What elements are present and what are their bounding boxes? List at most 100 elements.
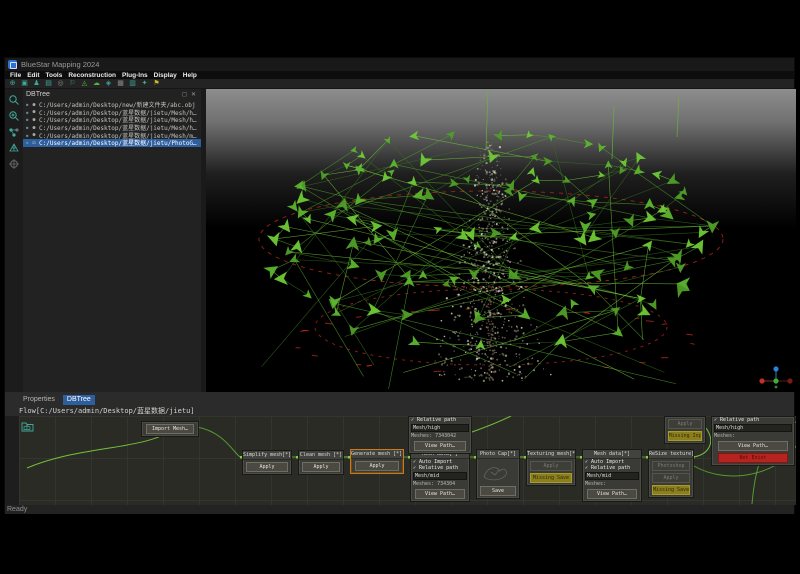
flow-node-apply-input-top[interactable]: Apply Missing Input xyxy=(664,416,706,444)
texture-icon[interactable]: ▦ xyxy=(116,79,125,88)
circle-select-icon[interactable]: ◎ xyxy=(56,79,65,88)
flow-node-import-mesh[interactable]: Import Mesh… xyxy=(141,421,199,437)
dbtree-item[interactable]: ●☑C:/Users/admin/Desktop/蓝星数据/jietu/Phot… xyxy=(23,139,201,147)
viewport-3d[interactable] xyxy=(206,89,796,392)
viewport-3d-scene[interactable] xyxy=(206,89,796,392)
flag-icon[interactable]: ⚐ xyxy=(68,79,77,88)
flow-node-generate-mesh[interactable]: Generate mesh [*][*] Apply xyxy=(350,449,404,474)
node-path-input[interactable]: Mesh/mid xyxy=(585,472,639,480)
image-list-icon[interactable]: ▤ xyxy=(44,79,53,88)
node-button-apply[interactable]: Apply xyxy=(668,419,703,429)
node-checkbox[interactable]: ✓ Relative path xyxy=(712,417,794,423)
app-window: BlueStar Mapping 2024 FileEditToolsRecon… xyxy=(4,57,795,513)
node-button-apply[interactable]: Apply xyxy=(302,462,340,472)
menu-item-file[interactable]: File xyxy=(7,72,24,79)
flow-node-mesh-data-mid-2[interactable]: Mesh data[*]✓ Auto Import✓ Relative path… xyxy=(582,449,642,502)
close-icon[interactable]: ✕ xyxy=(189,91,198,98)
window-title: BlueStar Mapping 2024 xyxy=(21,60,99,69)
node-button-missing-save[interactable]: Missing Save xyxy=(530,473,571,483)
node-button-apply[interactable]: Apply xyxy=(355,461,400,471)
dbtree-panel-title: DBTree xyxy=(26,91,50,98)
node-button-apply[interactable]: Apply xyxy=(530,461,571,471)
menu-item-edit[interactable]: Edit xyxy=(24,72,42,79)
node-button-missing-save[interactable]: Missing Save xyxy=(652,485,690,495)
node-button-apply[interactable]: Apply xyxy=(652,473,690,483)
status-bar: Ready xyxy=(5,505,794,514)
node-title: Photo Cap[*] xyxy=(477,450,519,459)
import-scene-icon[interactable]: ▣ xyxy=(20,79,29,88)
node-button-not-exist[interactable]: Not Exist xyxy=(718,453,787,463)
menu-item-reconstruction[interactable]: Reconstruction xyxy=(65,72,119,79)
flow-node-mesh-data-high-right[interactable]: ✓ Relative pathMesh/highMeshes: View Path… xyxy=(711,416,795,466)
node-button-save[interactable]: Save xyxy=(480,486,516,496)
tree-bullet-icon: ● xyxy=(26,133,29,138)
flow-node-simplify-mesh[interactable]: Simplify mesh[*]Apply xyxy=(242,450,292,475)
menu-item-plug-ins[interactable]: Plug-Ins xyxy=(119,72,151,79)
dbtree-item-path: C:/Users/admin/Desktop/new/新建文件夹/abc.obj xyxy=(39,101,195,109)
dbtree-item[interactable]: ●●C:/Users/admin/Desktop/new/新建文件夹/abc.o… xyxy=(23,101,201,109)
dbtree-list: ●●C:/Users/admin/Desktop/new/新建文件夹/abc.o… xyxy=(23,101,201,147)
node-button-photoshop[interactable]: Photoshop xyxy=(652,461,690,471)
dbtree-item[interactable]: ●●C:/Users/admin/Desktop/蓝星数据/jietu/Mesh… xyxy=(23,116,201,124)
flow-canvas[interactable]: Import Mesh…Simplify mesh[*]ApplyClean m… xyxy=(19,416,796,505)
zoom-in-icon[interactable] xyxy=(8,109,20,121)
menu-item-tools[interactable]: Tools xyxy=(42,72,65,79)
tab-properties[interactable]: Properties xyxy=(19,395,59,405)
dbtree-item[interactable]: ●●C:/Users/admin/Desktop/蓝星数据/jietu/Mesh… xyxy=(23,124,201,132)
align-icon[interactable]: ◬ xyxy=(80,79,89,88)
flow-node-mesh-data-mid[interactable]: Mesh data[*]✓ Auto Import✓ Relative path… xyxy=(410,449,470,502)
flow-node-mesh-data-high-top[interactable]: ✓ Relative pathMesh/highMeshes: 7343042V… xyxy=(408,416,472,454)
mesh-grid-icon[interactable] xyxy=(8,141,20,153)
node-button-view-path[interactable]: View Path… xyxy=(415,489,465,499)
dbtree-item[interactable]: ●●C:/Users/admin/Desktop/蓝星数据/jietu/Mesh… xyxy=(23,109,201,117)
node-count-label: Meshes: xyxy=(583,481,641,487)
node-button-import-mesh[interactable]: Import Mesh… xyxy=(146,424,194,434)
flow-node-resize-texture[interactable]: ReSize texture[*]PhotoshopApplyMissing S… xyxy=(648,449,694,498)
cloud-icon[interactable]: ☁ xyxy=(92,79,101,88)
item-dot-icon: ● xyxy=(31,132,37,138)
dbtree-item-path: C:/Users/admin/Desktop/蓝星数据/jietu/PhotoG… xyxy=(39,139,197,147)
title-bar[interactable]: BlueStar Mapping 2024 xyxy=(5,58,794,71)
node-title: Texturing mesh[*] xyxy=(527,450,575,459)
node-button-apply[interactable]: Apply xyxy=(246,462,287,472)
item-dot-icon: ● xyxy=(31,102,37,108)
flow-node-photo-cap[interactable]: Photo Cap[*] Save xyxy=(476,449,520,499)
side-toolbar xyxy=(5,89,23,392)
mesh-icon[interactable]: ◈ xyxy=(104,79,113,88)
node-button-missing-input[interactable]: Missing Input xyxy=(668,431,703,441)
dbtree-item-path: C:/Users/admin/Desktop/蓝星数据/jietu/Mesh/m… xyxy=(39,131,197,139)
node-count-label: Meshes: xyxy=(712,433,794,439)
dbtree-item-path: C:/Users/admin/Desktop/蓝星数据/jietu/Mesh/h… xyxy=(39,124,197,132)
export-icon[interactable]: ▥ xyxy=(128,79,137,88)
flow-node-clean-mesh[interactable]: Clean mesh [*] Apply xyxy=(298,450,344,475)
app-logo-icon xyxy=(8,60,17,69)
dbtree-item[interactable]: ●●C:/Users/admin/Desktop/蓝星数据/jietu/Mesh… xyxy=(23,131,201,139)
node-checkbox[interactable]: ✓ Relative path xyxy=(409,417,471,423)
node-button-view-path[interactable]: View Path… xyxy=(414,441,467,451)
pin-icon[interactable]: ◻ xyxy=(180,91,189,98)
locate-icon[interactable] xyxy=(8,157,20,169)
search-icon[interactable] xyxy=(8,93,20,105)
node-title: Clean mesh [*] xyxy=(299,451,343,460)
node-button-view-path[interactable]: View Path… xyxy=(587,489,637,499)
tree-bullet-icon: ● xyxy=(26,102,29,107)
control-point-icon[interactable]: ♟ xyxy=(32,79,41,88)
menu-item-display[interactable]: Display xyxy=(151,72,180,79)
node-checkbox[interactable]: ✓ Relative path xyxy=(411,465,469,471)
menu-item-help[interactable]: Help xyxy=(180,72,200,79)
license-icon[interactable]: ⚑ xyxy=(152,79,161,88)
flow-node-texturing-mesh[interactable]: Texturing mesh[*] Apply Missing Save xyxy=(526,449,576,486)
tab-dbtree[interactable]: DBTree xyxy=(63,395,95,405)
node-checkbox[interactable]: ✓ Relative path xyxy=(583,465,641,471)
node-title: Generate mesh [*][*] xyxy=(351,450,403,459)
node-path-input[interactable]: Mesh/high xyxy=(714,424,792,432)
node-button-view-path[interactable]: View Path… xyxy=(718,441,787,451)
flow-folder-icon[interactable] xyxy=(21,419,34,437)
dbtree-item-path: C:/Users/admin/Desktop/蓝星数据/jietu/Mesh/h… xyxy=(39,116,197,124)
graph-nodes-icon[interactable] xyxy=(8,125,20,137)
flow-header: Flow[C:/Users/admin/Desktop/蓝星数据/jietu] xyxy=(5,405,794,416)
measure-icon[interactable]: ✦ xyxy=(140,79,149,88)
node-path-input[interactable]: Mesh/high xyxy=(411,424,469,432)
node-path-input[interactable]: Mesh/mid xyxy=(413,472,467,480)
globe-icon[interactable]: ⊕ xyxy=(8,79,17,88)
